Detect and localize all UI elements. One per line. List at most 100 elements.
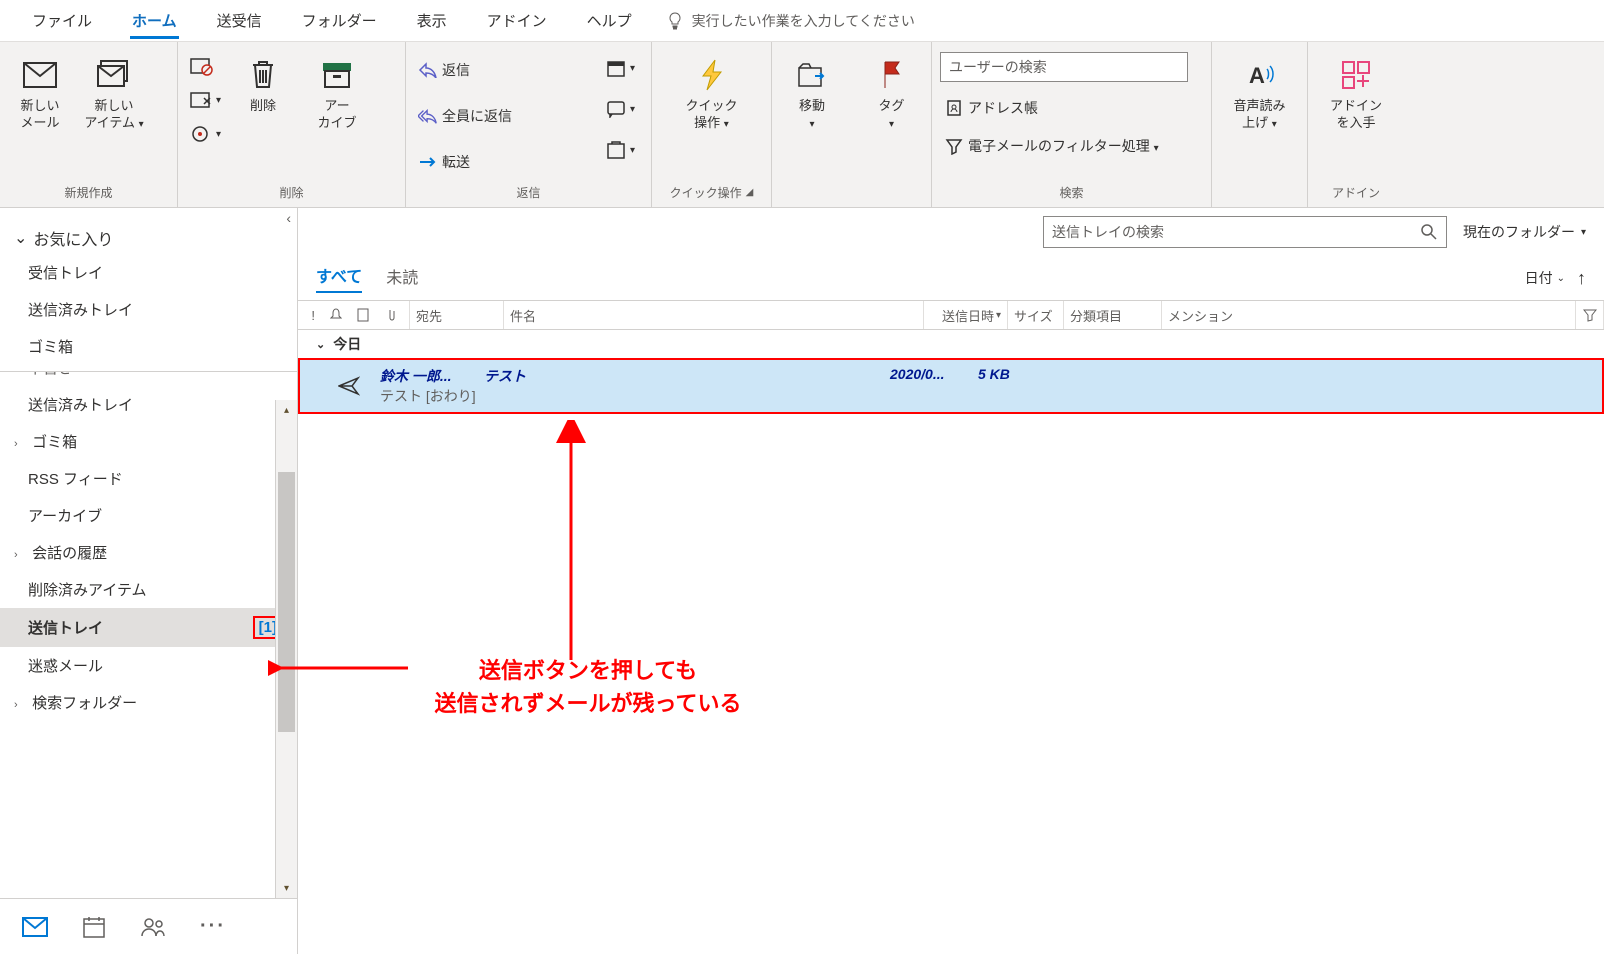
content-toolbar: 送信トレイの検索 現在のフォルダー▾ (298, 208, 1604, 256)
col-size[interactable]: サイズ (1008, 301, 1064, 329)
address-book-button[interactable]: アドレス帳 (940, 96, 1203, 120)
col-flags[interactable]: ! (298, 301, 410, 329)
sort-by-date[interactable]: 日付⌄ (1525, 268, 1565, 288)
move-button[interactable]: 移動▾ (780, 52, 844, 136)
group-label: 今日 (333, 334, 361, 354)
ribbon-group-speech: A 音声読み 上げ ▾ (1212, 42, 1308, 207)
folder-archive[interactable]: アーカイブ (0, 497, 297, 534)
new-mail-button[interactable]: 新しい メール (8, 52, 72, 136)
reply-all-label: 全員に返信 (442, 106, 512, 126)
folder-deleted-items[interactable]: 削除済みアイテム (0, 571, 297, 608)
more-reply-icon[interactable]: ▾ (606, 140, 635, 160)
nav-bar: ··· (0, 898, 297, 954)
dialog-launcher-icon[interactable]: ◢ (746, 187, 754, 198)
col-category[interactable]: 分類項目 (1064, 301, 1162, 329)
ignore-icon[interactable] (190, 56, 221, 76)
get-addins-button[interactable]: アドイン を入手 (1316, 52, 1396, 136)
people-search-input[interactable]: ユーザーの検索 (940, 52, 1188, 82)
folder-trash-2[interactable]: › ゴミ箱 (0, 423, 297, 460)
mail-nav-icon[interactable] (22, 917, 48, 937)
read-aloud-button[interactable]: A 音声読み 上げ ▾ (1220, 52, 1299, 136)
mail-size: 5 KB (978, 366, 1034, 386)
reply-label: 返信 (442, 60, 470, 80)
ribbon-group-delete: ▾ ▾ 削除 アー カイブ 削除 (178, 42, 406, 207)
meeting-reply-icon[interactable]: ▾ (606, 58, 635, 78)
annotation-arrow-horizontal (268, 658, 408, 678)
sidebar-scrollbar[interactable]: ▴ ▾ (275, 400, 297, 898)
favorites-header[interactable]: ⌄お気に入り (0, 222, 297, 254)
chevron-down-icon: ⌄ (1557, 273, 1565, 284)
folder-inbox[interactable]: 受信トレイ (0, 254, 297, 291)
folder-rss[interactable]: RSS フィード (0, 460, 297, 497)
mail-icon (23, 56, 57, 94)
forward-button[interactable]: 転送 (414, 150, 516, 174)
forward-icon (418, 152, 438, 172)
people-nav-icon[interactable] (140, 916, 166, 938)
tab-all[interactable]: すべて (316, 263, 362, 293)
lightbulb-icon (666, 12, 684, 30)
move-icon (797, 56, 827, 94)
folder-clipped[interactable]: 下書き (0, 372, 297, 386)
search-scope-dropdown[interactable]: 現在のフォルダー▾ (1455, 216, 1594, 248)
menu-folder[interactable]: フォルダー (282, 0, 397, 42)
folder-junk[interactable]: 迷惑メール (0, 647, 297, 684)
move-label: 移動▾ (799, 98, 825, 132)
folder-trash[interactable]: ゴミ箱 (0, 328, 297, 365)
scroll-up-icon[interactable]: ▴ (276, 400, 297, 420)
svg-text:A: A (1249, 63, 1265, 88)
folder-sent[interactable]: 送信済みトレイ (0, 291, 297, 328)
menu-help[interactable]: ヘルプ (567, 0, 652, 42)
junk-icon[interactable]: ▾ (190, 124, 221, 144)
mail-recipient: 鈴木 一郎... (380, 366, 484, 386)
ribbon: 新しい メール 新しい アイテム ▾ 新規作成 ▾ ▾ 削除 アー カイブ (0, 42, 1604, 208)
get-addins-label: アドイン を入手 (1330, 98, 1382, 132)
folder-outbox[interactable]: 送信トレイ[1] (0, 608, 297, 647)
delete-button[interactable]: 削除 (231, 52, 295, 119)
col-date[interactable]: 送信日時▾ (924, 301, 1008, 329)
im-reply-icon[interactable]: ▾ (606, 100, 635, 118)
tell-me-search[interactable]: 実行したい作業を入力してください (666, 11, 915, 31)
chevron-down-icon: ▾ (630, 145, 635, 156)
read-aloud-icon: A (1245, 56, 1275, 94)
col-subject[interactable]: 件名 (504, 301, 924, 329)
folder-conversation-history[interactable]: › 会話の履歴 (0, 534, 297, 571)
archive-label: アー カイブ (318, 98, 357, 132)
tag-button[interactable]: タグ▾ (860, 52, 923, 136)
mail-preview: テスト [おわり] (380, 386, 1602, 406)
calendar-nav-icon[interactable] (82, 915, 106, 939)
col-to[interactable]: 宛先 (410, 301, 504, 329)
outbox-search-input[interactable]: 送信トレイの検索 (1043, 216, 1447, 248)
chevron-right-icon: › (14, 438, 28, 450)
scrollbar-thumb[interactable] (278, 472, 295, 732)
read-aloud-label: 音声読み 上げ ▾ (1233, 98, 1285, 132)
menu-home[interactable]: ホーム (112, 0, 197, 42)
archive-icon (321, 56, 353, 94)
ribbon-group-move: 移動▾ (772, 42, 852, 207)
new-item-button[interactable]: 新しい アイテム ▾ (82, 52, 146, 136)
sort-direction-icon[interactable]: ↑ (1577, 268, 1586, 289)
cleanup-icon[interactable]: ▾ (190, 90, 221, 110)
date-group-today[interactable]: ⌄今日 (298, 330, 1604, 358)
filter-email-button[interactable]: 電子メールのフィルター処理 ▾ (940, 134, 1203, 158)
col-filter-icon[interactable] (1576, 301, 1604, 329)
ribbon-group-tag: タグ▾ (852, 42, 932, 207)
menu-addin[interactable]: アドイン (467, 0, 567, 42)
quick-steps-button[interactable]: クイック 操作 ▾ (680, 52, 744, 136)
folder-sent-2[interactable]: 送信済みトレイ (0, 386, 297, 423)
tab-unread[interactable]: 未読 (386, 264, 418, 292)
search-icon[interactable] (1420, 223, 1438, 241)
col-mention[interactable]: メンション (1162, 301, 1576, 329)
reply-button[interactable]: 返信 (414, 58, 516, 82)
more-nav-icon[interactable]: ··· (200, 915, 226, 938)
reply-all-button[interactable]: 全員に返信 (414, 104, 516, 128)
menu-file[interactable]: ファイル (12, 0, 112, 42)
folder-search-folders[interactable]: › 検索フォルダー (0, 684, 297, 721)
scroll-down-icon[interactable]: ▾ (276, 878, 297, 898)
attachment-icon (384, 308, 396, 322)
chevron-down-icon: ▾ (724, 119, 729, 130)
archive-button[interactable]: アー カイブ (305, 52, 369, 136)
mail-item[interactable]: 鈴木 一郎... テスト 2020/0... 5 KB テスト [おわり] (298, 358, 1604, 414)
menu-view[interactable]: 表示 (397, 0, 467, 42)
ribbon-group-quick-label: クイック操作 ◢ (660, 180, 763, 207)
menu-sendrecv[interactable]: 送受信 (197, 0, 282, 42)
